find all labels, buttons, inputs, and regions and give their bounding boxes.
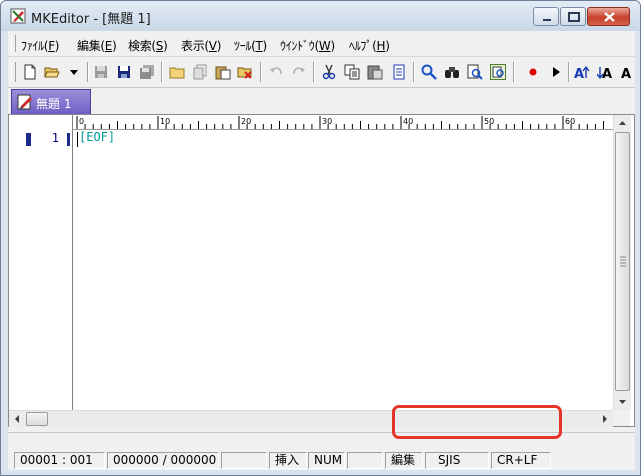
scroll-down-icon[interactable] bbox=[614, 393, 631, 410]
scroll-right-icon[interactable] bbox=[597, 411, 613, 427]
window-title: MKEditor - [無題 1] bbox=[31, 12, 151, 27]
ruler-label: 10 bbox=[160, 117, 170, 126]
play-macro-icon[interactable] bbox=[548, 64, 564, 80]
maximize-icon bbox=[568, 12, 580, 22]
font-icon[interactable]: A bbox=[619, 64, 635, 80]
font-larger-icon[interactable]: A bbox=[574, 64, 590, 80]
tab-label: 無題 1 bbox=[36, 97, 72, 111]
menu-file[interactable]: ﾌｧｲﾙ(F) bbox=[21, 37, 60, 54]
ruler-label: 20 bbox=[241, 117, 251, 126]
close-button[interactable] bbox=[587, 7, 630, 26]
folder-icon[interactable] bbox=[169, 64, 185, 80]
redo-icon[interactable] bbox=[291, 64, 307, 80]
menu-search[interactable]: 検索(S) bbox=[128, 37, 168, 54]
menu-window[interactable]: ｳｲﾝﾄﾞｳ(W) bbox=[280, 37, 335, 54]
scroll-left-icon[interactable] bbox=[9, 411, 25, 427]
menu-edit[interactable]: 編集(E) bbox=[77, 37, 117, 54]
toolbar: A A A bbox=[8, 57, 635, 88]
column-ruler[interactable]: 0 10 20 30 40 50 60 bbox=[73, 115, 613, 130]
save-all-icon[interactable] bbox=[139, 64, 155, 80]
menu-bar: ﾌｧｲﾙ(F) 編集(E) 検索(S) 表示(V) ﾂｰﾙ(T) ｳｲﾝﾄﾞｳ(… bbox=[8, 31, 635, 57]
ruler-label: 60 bbox=[565, 117, 575, 126]
ruler-label: 40 bbox=[403, 117, 413, 126]
grep-icon[interactable] bbox=[490, 64, 506, 80]
eof-marker: [EOF] bbox=[79, 130, 116, 144]
maximize-button[interactable] bbox=[560, 7, 586, 26]
app-window: MKEditor - [無題 1] ﾌｧｲﾙ(F) 編集(E) 検索(S) 表示… bbox=[0, 0, 641, 476]
font-smaller-icon[interactable]: A bbox=[597, 64, 613, 80]
status-num-lock: NUM bbox=[308, 452, 345, 469]
vertical-scroll-thumb[interactable] bbox=[615, 132, 630, 391]
cut-icon[interactable] bbox=[321, 64, 337, 80]
status-blank-2 bbox=[347, 452, 383, 469]
line-indicator bbox=[67, 133, 70, 146]
close-file-icon[interactable] bbox=[237, 64, 253, 80]
open-folder-icon[interactable] bbox=[44, 64, 60, 80]
ruler-label: 0 bbox=[79, 117, 84, 126]
status-edit-mode[interactable]: 編集 bbox=[385, 452, 423, 469]
menu-help[interactable]: ﾍﾙﾌﾟ(H) bbox=[349, 37, 390, 54]
copy-icon[interactable] bbox=[344, 64, 360, 80]
status-encoding[interactable]: SJIS bbox=[425, 452, 489, 469]
status-cursor-position: 00001 : 001 bbox=[14, 452, 105, 469]
line-number: 1 bbox=[51, 131, 59, 145]
status-insert-mode[interactable]: 挿入 bbox=[269, 452, 307, 469]
menu-grip[interactable] bbox=[11, 35, 16, 52]
paste-file-icon[interactable] bbox=[215, 64, 231, 80]
svg-text:A: A bbox=[621, 67, 631, 80]
paste-icon[interactable] bbox=[367, 64, 383, 80]
ruler-label: 30 bbox=[322, 117, 332, 126]
undo-icon[interactable] bbox=[268, 64, 284, 80]
status-line-ending[interactable]: CR+LF bbox=[491, 452, 551, 469]
document-tab-bar: 無題 1 bbox=[8, 88, 635, 114]
svg-text:A: A bbox=[602, 67, 612, 80]
toolbar-grip[interactable] bbox=[11, 62, 16, 82]
binoculars-icon[interactable] bbox=[444, 64, 460, 80]
save-icon[interactable] bbox=[93, 64, 109, 80]
menu-view[interactable]: 表示(V) bbox=[181, 37, 221, 54]
copy-file-icon[interactable] bbox=[192, 64, 208, 80]
ruler-label: 50 bbox=[484, 117, 494, 126]
save-as-icon[interactable] bbox=[116, 64, 132, 80]
search-icon[interactable] bbox=[421, 64, 437, 80]
status-blank-1 bbox=[221, 452, 267, 469]
new-file-icon[interactable] bbox=[22, 64, 38, 80]
horizontal-scroll-thumb[interactable] bbox=[26, 412, 48, 426]
text-caret bbox=[77, 132, 78, 147]
tab-untitled-1[interactable]: 無題 1 bbox=[11, 89, 91, 114]
status-bar: 00001 : 001 000000 / 000000 挿入 NUM 編集 SJ… bbox=[8, 450, 635, 470]
editor-pane[interactable]: 1 0 10 20 30 40 50 60 [EOF] bbox=[8, 114, 635, 427]
status-byte-count: 000000 / 000000 bbox=[107, 452, 219, 469]
close-icon bbox=[604, 12, 615, 22]
app-logo-icon bbox=[10, 8, 26, 24]
annotation-highlight bbox=[392, 405, 562, 439]
clipboard-icon[interactable] bbox=[391, 64, 407, 80]
menu-tools[interactable]: ﾂｰﾙ(T) bbox=[234, 37, 267, 54]
replace-icon[interactable] bbox=[467, 64, 483, 80]
line-number-gutter[interactable]: 1 bbox=[9, 115, 73, 426]
edit-document-icon bbox=[17, 94, 32, 110]
scrollbar-corner bbox=[613, 410, 630, 426]
scroll-up-icon[interactable] bbox=[614, 115, 631, 132]
dropdown-arrow-icon[interactable] bbox=[66, 64, 82, 80]
minimize-button[interactable] bbox=[533, 7, 559, 26]
grip-icon bbox=[620, 256, 626, 267]
current-line-marker bbox=[26, 133, 31, 146]
record-macro-icon[interactable] bbox=[525, 64, 541, 80]
vertical-scrollbar[interactable] bbox=[613, 115, 631, 410]
minimize-icon bbox=[543, 19, 551, 21]
svg-text:A: A bbox=[574, 67, 584, 80]
title-bar[interactable]: MKEditor - [無題 1] bbox=[1, 1, 640, 31]
